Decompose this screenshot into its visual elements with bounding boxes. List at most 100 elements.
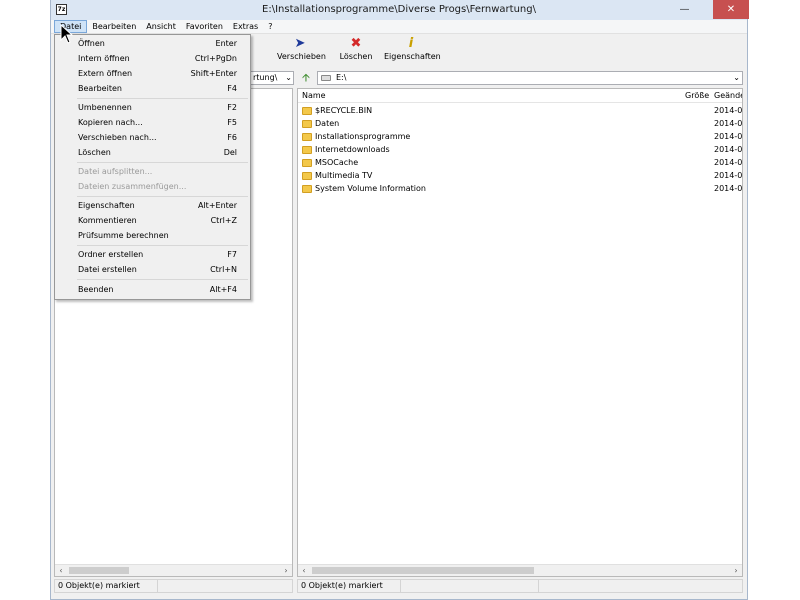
properties-label: Eigenschaften	[384, 52, 441, 61]
menu-item-shortcut: F7	[227, 250, 237, 259]
chevron-down-icon[interactable]: ⌄	[733, 72, 740, 84]
list-item[interactable]: System Volume Information 2014-01	[298, 182, 742, 195]
list-item[interactable]: Multimedia TV 2014-01	[298, 169, 742, 182]
menu-item-label: Prüfsumme berechnen	[78, 231, 169, 240]
left-address-combo[interactable]: rtung\ ⌄	[250, 71, 294, 85]
scroll-thumb[interactable]	[312, 567, 534, 574]
column-header-size[interactable]: Größe	[685, 89, 709, 102]
menu-item-shortcut: Shift+Enter	[190, 69, 237, 78]
menu-item-rename[interactable]: Umbenennen F2	[55, 101, 250, 115]
folder-up-button[interactable]: 🡩	[299, 71, 313, 85]
left-horizontal-scrollbar[interactable]: ‹ ›	[55, 564, 292, 576]
list-item[interactable]: Daten 2014-01	[298, 117, 742, 130]
menu-item-shortcut: Enter	[215, 39, 237, 48]
menu-ansicht[interactable]: Ansicht	[141, 20, 181, 33]
chevron-down-icon[interactable]: ⌄	[285, 72, 292, 84]
menu-item-shortcut: F4	[227, 84, 237, 93]
menu-item-shortcut: F2	[227, 103, 237, 112]
menu-item-label: Beenden	[78, 285, 114, 294]
column-header-modified[interactable]: Geände	[714, 89, 742, 102]
folder-icon	[302, 185, 312, 193]
scroll-right-icon[interactable]: ›	[280, 565, 292, 576]
menu-item-delete[interactable]: Löschen Del	[55, 146, 250, 160]
delete-label: Löschen	[339, 52, 373, 61]
properties-button[interactable]: i Eigenschaften	[384, 36, 441, 61]
menu-separator	[77, 245, 248, 246]
right-file-pane[interactable]: Name Größe Geände $RECYCLE.BIN 2014-01 D…	[297, 88, 743, 577]
menu-bearbeiten[interactable]: Bearbeiten	[87, 20, 141, 33]
menu-item-exit[interactable]: Beenden Alt+F4	[55, 283, 250, 297]
minimize-icon: —	[679, 4, 690, 15]
menu-item-label: Umbenennen	[78, 103, 132, 112]
file-name: Installationsprogramme	[315, 132, 411, 141]
right-address-combo[interactable]: E:\ ⌄	[317, 71, 743, 85]
menu-item-shortcut: F5	[227, 118, 237, 127]
folder-icon	[302, 146, 312, 154]
menu-item-properties[interactable]: Eigenschaften Alt+Enter	[55, 199, 250, 213]
file-date: 2014-01	[714, 145, 743, 154]
menu-separator	[77, 162, 248, 163]
menu-item-open[interactable]: Öffnen Enter	[55, 37, 250, 51]
menu-item-shortcut: Ctrl+PgDn	[194, 54, 237, 63]
list-item[interactable]: $RECYCLE.BIN 2014-01	[298, 104, 742, 117]
file-name: System Volume Information	[315, 184, 426, 193]
right-horizontal-scrollbar[interactable]: ‹ ›	[298, 564, 742, 576]
file-date: 2014-01	[714, 171, 743, 180]
move-label: Verschieben	[277, 52, 326, 61]
file-name: Multimedia TV	[315, 171, 373, 180]
minimize-button[interactable]: —	[671, 0, 698, 19]
scroll-thumb[interactable]	[69, 567, 129, 574]
column-header-row: Name Größe Geände	[298, 89, 742, 103]
file-name: $RECYCLE.BIN	[315, 106, 373, 115]
menu-item-label: Datei erstellen	[78, 265, 137, 274]
menu-item-label: Kopieren nach...	[78, 118, 143, 127]
menu-item-label: Kommentieren	[78, 216, 137, 225]
menu-item-copy-to[interactable]: Kopieren nach... F5	[55, 116, 250, 130]
file-name: Internetdownloads	[315, 145, 390, 154]
menu-item-checksum[interactable]: Prüfsumme berechnen	[55, 229, 250, 243]
title-bar[interactable]: 7z E:\Installationsprogramme\Diverse Pro…	[51, 0, 749, 20]
menu-separator	[77, 98, 248, 99]
scroll-left-icon[interactable]: ‹	[298, 565, 310, 576]
menu-separator	[77, 279, 248, 280]
column-header-name[interactable]: Name	[302, 89, 326, 102]
move-button[interactable]: ➤ Verschieben	[277, 36, 326, 61]
close-icon: ✕	[726, 4, 736, 15]
file-menu-dropdown: Öffnen Enter Intern öffnen Ctrl+PgDn Ext…	[54, 34, 251, 300]
file-name: Daten	[315, 119, 340, 128]
menu-item-shortcut: Alt+F4	[209, 285, 237, 294]
menu-item-comment[interactable]: Kommentieren Ctrl+Z	[55, 214, 250, 228]
folder-icon	[302, 172, 312, 180]
list-item[interactable]: Internetdownloads 2014-01	[298, 143, 742, 156]
menu-item-label: Verschieben nach...	[78, 133, 157, 142]
menu-item-edit[interactable]: Bearbeiten F4	[55, 82, 250, 96]
scroll-left-icon[interactable]: ‹	[55, 565, 67, 576]
menu-item-combine-files: Dateien zusammenfügen...	[55, 180, 250, 194]
menu-help[interactable]: ?	[263, 20, 277, 33]
menu-item-label: Dateien zusammenfügen...	[78, 182, 187, 191]
menu-item-create-folder[interactable]: Ordner erstellen F7	[55, 248, 250, 262]
list-item[interactable]: Installationsprogramme 2014-01	[298, 130, 742, 143]
file-date: 2014-01	[714, 119, 743, 128]
menu-item-label: Öffnen	[78, 39, 105, 48]
close-button[interactable]: ✕	[713, 0, 749, 19]
mouse-cursor-icon	[60, 24, 74, 44]
menu-separator	[77, 196, 248, 197]
drive-icon	[321, 75, 331, 81]
list-item[interactable]: MSOCache 2014-01	[298, 156, 742, 169]
menu-item-shortcut: Del	[223, 148, 237, 157]
left-status-bar: 0 Objekt(e) markiert	[54, 579, 293, 593]
info-icon: i	[408, 36, 414, 51]
menu-item-create-file[interactable]: Datei erstellen Ctrl+N	[55, 263, 250, 277]
menu-item-label: Datei aufsplitten...	[78, 167, 153, 176]
menu-extras[interactable]: Extras	[228, 20, 263, 33]
menu-favoriten[interactable]: Favoriten	[181, 20, 228, 33]
left-status-text: 0 Objekt(e) markiert	[58, 581, 140, 590]
window-title: E:\Installationsprogramme\Diverse Progs\…	[262, 4, 536, 15]
menu-item-open-outside[interactable]: Extern öffnen Shift+Enter	[55, 67, 250, 81]
left-address-value: rtung\	[253, 73, 278, 82]
scroll-right-icon[interactable]: ›	[730, 565, 742, 576]
menu-item-open-inside[interactable]: Intern öffnen Ctrl+PgDn	[55, 52, 250, 66]
delete-button[interactable]: ✖ Löschen	[337, 36, 375, 61]
menu-item-move-to[interactable]: Verschieben nach... F6	[55, 131, 250, 145]
